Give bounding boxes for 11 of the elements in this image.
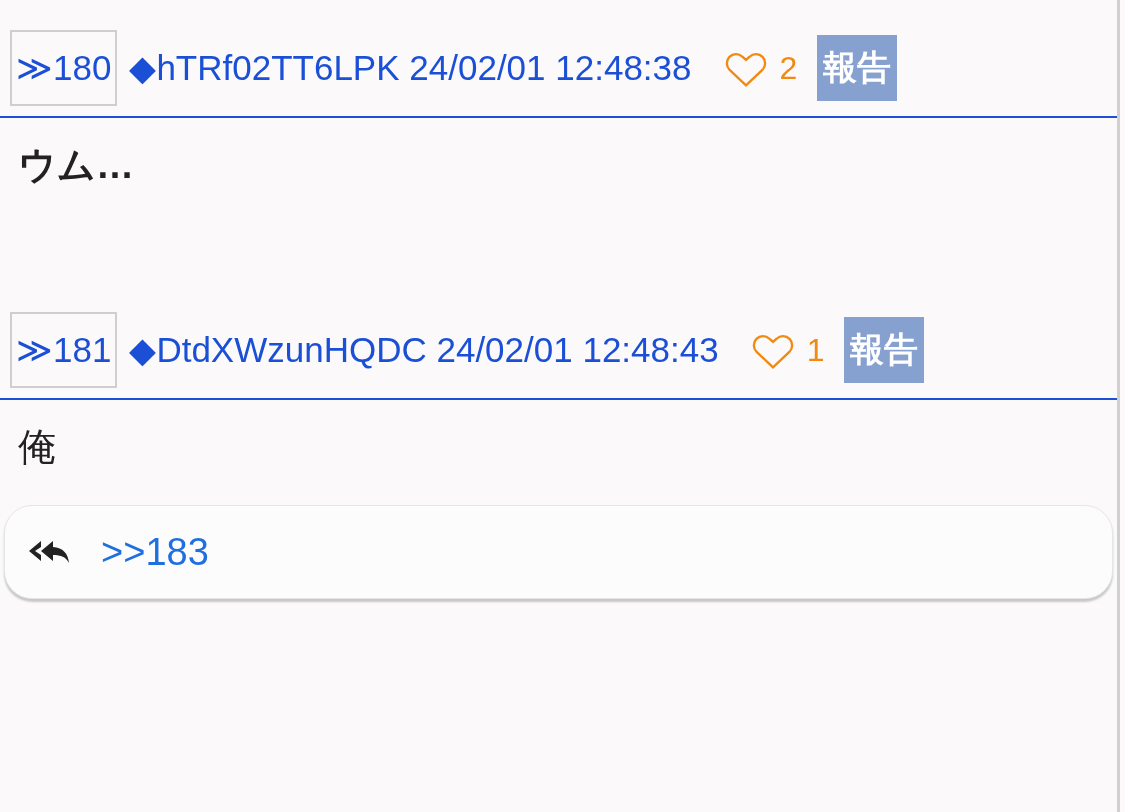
post-body: ウム… [17,143,135,188]
reply-button[interactable]: >>183 [4,505,1113,599]
post-body: 俺 [17,425,57,470]
like-button[interactable]: 2 [723,48,798,88]
post-author-date: ◆hTRf02TT6LPK 24/02/01 12:48:38 [129,48,692,88]
like-button[interactable]: 1 [750,330,825,370]
post-author-date: ◆DtdXWzunHQDC 24/02/01 12:48:43 [129,330,719,370]
report-button[interactable]: 報告 [844,317,925,383]
report-button[interactable]: 報告 [817,35,898,101]
post-number-link[interactable]: ≫181 [10,312,118,388]
post-number-link[interactable]: ≫180 [10,30,118,106]
